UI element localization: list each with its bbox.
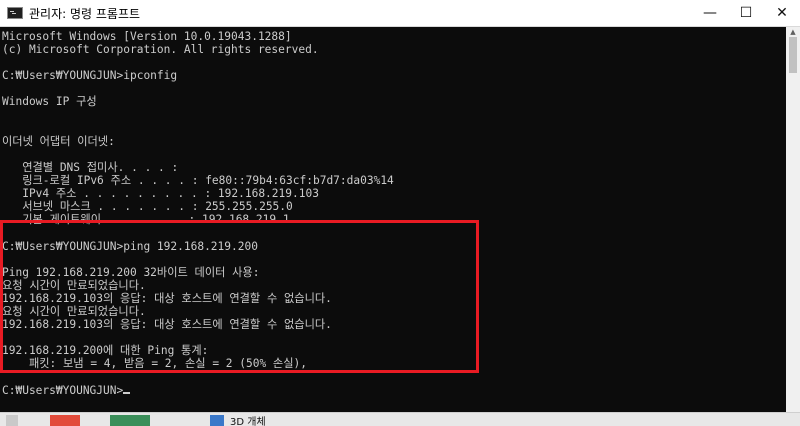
window-controls: — ☐ ✕ (692, 0, 800, 26)
console-line: C:₩Users₩YOUNGJUN>ping 192.168.219.200 (2, 239, 258, 253)
scroll-up-icon[interactable]: ▲ (786, 27, 800, 37)
taskbar-item-label[interactable]: 3D 개체 (230, 413, 266, 426)
console-line: 192.168.219.103의 응답: 대상 호스트에 연결할 수 없습니다. (2, 291, 332, 305)
console-line: IPv4 주소 . . . . . . . . . : 192.168.219.… (2, 187, 319, 201)
taskbar-tile[interactable] (50, 415, 80, 426)
taskbar-tile[interactable] (6, 415, 18, 426)
taskbar-strip: 3D 개체 (0, 412, 800, 426)
text-cursor (123, 391, 131, 394)
console-line: Ping 192.168.219.200 32바이트 데이터 사용: (2, 265, 260, 279)
minimize-button[interactable]: — (692, 0, 728, 26)
console-line: 서브넷 마스크 . . . . . . . : 255.255.255.0 (2, 200, 293, 214)
console-line: 연결별 DNS 접미사. . . . : (2, 160, 179, 174)
console-line: (c) Microsoft Corporation. All rights re… (2, 43, 319, 57)
console-output: Microsoft Windows [Version 10.0.19043.12… (0, 27, 786, 397)
console-line: C:₩Users₩YOUNGJUN> (2, 384, 786, 397)
console-line: 패킷: 보냄 = 4, 받음 = 2, 손실 = 2 (50% 손실), (2, 357, 307, 371)
taskbar-tile[interactable] (110, 415, 150, 426)
console-line: 요청 시간이 만료되었습니다. (2, 278, 146, 292)
maximize-button[interactable]: ☐ (728, 0, 764, 26)
console-line: 192.168.219.200에 대한 Ping 통계: (2, 344, 209, 358)
console-line: 기본 게이트웨이 . . . . . . : 192.168.219.1 (2, 213, 290, 227)
console-line: 이더넷 어댑터 이더넷: (2, 134, 115, 148)
console-line: 요청 시간이 만료되었습니다. (2, 304, 146, 318)
window-title: 관리자: 명령 프롬프트 (29, 6, 141, 21)
console-line: Microsoft Windows [Version 10.0.19043.12… (2, 30, 292, 43)
cmd-app-icon (7, 7, 23, 19)
console-line: Windows IP 구성 (2, 95, 97, 109)
scroll-thumb[interactable] (789, 37, 797, 73)
console-line: 192.168.219.103의 응답: 대상 호스트에 연결할 수 없습니다. (2, 318, 332, 332)
title-bar[interactable]: 관리자: 명령 프롬프트 — ☐ ✕ (0, 0, 800, 27)
cube-icon (210, 415, 224, 426)
console-line: C:₩Users₩YOUNGJUN>ipconfig (2, 69, 178, 83)
vertical-scrollbar[interactable]: ▲ (786, 27, 800, 412)
console-area[interactable]: Microsoft Windows [Version 10.0.19043.12… (0, 27, 786, 412)
close-button[interactable]: ✕ (764, 0, 800, 26)
console-line: 링크-로컬 IPv6 주소 . . . . : fe80::79b4:63cf:… (2, 174, 394, 188)
